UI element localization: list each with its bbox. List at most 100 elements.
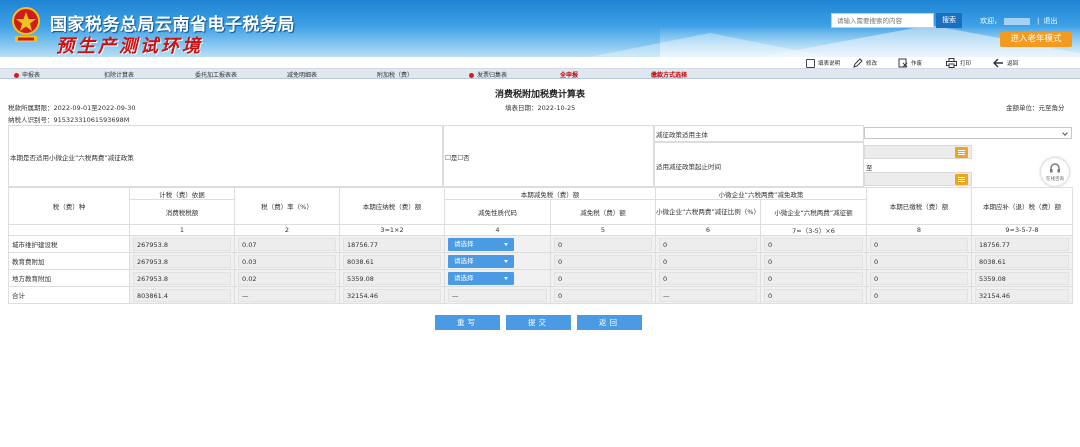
online-help-button[interactable]: 在线咨询 bbox=[1041, 158, 1069, 186]
tool-back[interactable]: 返回 bbox=[993, 58, 1018, 68]
tab-reduction-detail[interactable]: 减免明细表 bbox=[287, 70, 317, 79]
header-payable: 本期应纳税（费）额 bbox=[339, 187, 445, 225]
tax-base-field: 267953.8 bbox=[133, 254, 231, 268]
header-small-policy: 小微企业“六税两费”减免政策 bbox=[655, 187, 867, 200]
subject-select[interactable] bbox=[864, 127, 1072, 139]
small-amount-field: 0 bbox=[764, 271, 863, 285]
required-dot-icon bbox=[469, 73, 474, 78]
yes-checkbox[interactable]: ☐是 bbox=[445, 154, 457, 162]
site-header: 国家税务总局云南省电子税务局 预生产测试环境 搜索 欢迎，|退出 进入老年模式 bbox=[0, 0, 1080, 57]
form-tabs: 申报表 扣除计算表 委托加工报表表 减免明细表 附加税（费） 发票归集表 全申报… bbox=[0, 69, 1080, 79]
tab-payment-method[interactable]: 缴款方式选择 bbox=[651, 70, 687, 79]
chevron-down-icon bbox=[1062, 130, 1068, 136]
tool-instructions[interactable]: 填表说明 bbox=[806, 58, 840, 68]
total-paid: 0 bbox=[870, 288, 968, 302]
header-small-amount: 小微企业“六税两费”减征额 bbox=[760, 199, 867, 225]
policy-question: 本期是否适用小微企业“六税两费”减征政策 bbox=[10, 154, 134, 162]
tax-calculation-table: 税（费）种 计税（费）依据 税（费）率（%） 本期应纳税（费）额 本期减免税（费… bbox=[8, 187, 1073, 304]
required-dot-icon bbox=[14, 73, 19, 78]
total-small: 0 bbox=[764, 288, 863, 302]
table-total-row: 合计 803861.4 — 32154.46 — 0 — 0 0 32154.4… bbox=[8, 286, 1073, 304]
reduction-amount-field: 0 bbox=[554, 237, 652, 251]
column-number: 2 bbox=[234, 224, 340, 236]
logout-link[interactable]: 退出 bbox=[1043, 17, 1057, 25]
toolbar: 填表说明 修改 作废 打印 返回 bbox=[0, 57, 1080, 69]
search-button[interactable]: 搜索 bbox=[936, 13, 962, 28]
tax-emblem-icon bbox=[12, 7, 40, 42]
tool-void[interactable]: 作废 bbox=[898, 58, 922, 68]
welcome-text: 欢迎， bbox=[980, 17, 1001, 25]
refund-field: 18756.77 bbox=[975, 237, 1069, 251]
total-reduction: 0 bbox=[554, 288, 652, 302]
row-tax-name: 教育费附加 bbox=[8, 252, 130, 270]
amount-unit: 金额单位：元至角分 bbox=[1006, 104, 1065, 112]
reduction-code-select[interactable]: 请选择 bbox=[448, 271, 514, 285]
paid-field: 0 bbox=[870, 254, 968, 268]
headset-icon bbox=[1050, 163, 1060, 173]
tab-full-declare[interactable]: 全申报 bbox=[560, 70, 578, 79]
total-code: — bbox=[448, 288, 547, 302]
column-number: 6 bbox=[655, 224, 761, 236]
taxpayer-id: 纳税人识别号：91532331061593698M bbox=[8, 116, 130, 124]
tab-main-form[interactable]: 申报表 bbox=[14, 70, 40, 79]
tool-label: 返回 bbox=[1007, 61, 1019, 67]
table-row: 城市维护建设税 267953.8 0.07 18756.77 请选择 0 0 0… bbox=[8, 235, 1073, 253]
column-number: 4 bbox=[444, 224, 551, 236]
edit-icon bbox=[853, 58, 863, 68]
column-number: 7=（3-5）×6 bbox=[760, 224, 867, 236]
print-icon bbox=[946, 58, 957, 68]
reduction-amount-field: 0 bbox=[554, 254, 652, 268]
column-number-row: 1 2 3=1×2 4 5 6 7=（3-5）×6 8 9=3-5-7-8 bbox=[8, 224, 1073, 236]
page-title: 消费税附加税费计算表 bbox=[494, 90, 585, 100]
small-ratio-field: 0 bbox=[659, 254, 757, 268]
calendar-icon[interactable] bbox=[955, 147, 968, 158]
reset-button[interactable]: 重写 bbox=[435, 315, 500, 330]
submit-button[interactable]: 提交 bbox=[506, 315, 571, 330]
header-paid: 本期已缴税（费）额 bbox=[866, 187, 972, 225]
column-number: 5 bbox=[550, 224, 656, 236]
calendar-icon[interactable] bbox=[955, 174, 968, 185]
tab-invoice[interactable]: 发票归集表 bbox=[469, 70, 507, 79]
tax-base-field: 267953.8 bbox=[133, 237, 231, 251]
table-row: 地方教育附加 267953.8 0.02 5359.08 请选择 0 0 0 0… bbox=[8, 269, 1073, 287]
column-number bbox=[8, 224, 130, 236]
small-ratio-field: 0 bbox=[659, 237, 757, 251]
tool-label: 修改 bbox=[866, 61, 878, 67]
search-input[interactable] bbox=[831, 13, 934, 28]
policy-options: ☐是☐否 bbox=[445, 152, 470, 162]
elder-mode-button[interactable]: 进入老年模式 bbox=[1000, 32, 1072, 47]
no-checkbox[interactable]: ☐否 bbox=[457, 154, 469, 162]
small-ratio-field: 0 bbox=[659, 271, 757, 285]
user-name-redacted bbox=[1004, 17, 1030, 25]
total-label: 合计 bbox=[8, 286, 130, 304]
paid-field: 0 bbox=[870, 271, 968, 285]
tool-label: 打印 bbox=[960, 61, 972, 67]
help-label: 在线咨询 bbox=[1046, 177, 1064, 182]
total-payable: 32154.46 bbox=[343, 288, 441, 302]
header-basis: 计税（费）依据 bbox=[129, 187, 235, 200]
reduction-code-select[interactable]: 请选择 bbox=[448, 254, 514, 268]
header-refund: 本期应补（退）税（费）额 bbox=[971, 187, 1073, 225]
header-reduction: 本期减免税（费）额 bbox=[444, 187, 656, 200]
tab-deduction[interactable]: 扣除计算表 bbox=[104, 70, 134, 79]
document-icon bbox=[806, 58, 815, 68]
header-rate: 税（费）率（%） bbox=[234, 187, 340, 225]
tax-rate-field: 0.07 bbox=[238, 237, 336, 251]
tool-edit[interactable]: 修改 bbox=[853, 58, 877, 68]
refund-field: 8038.61 bbox=[975, 254, 1069, 268]
tool-label: 作废 bbox=[911, 61, 923, 67]
reduction-amount-field: 0 bbox=[554, 271, 652, 285]
reduction-code-select[interactable]: 请选择 bbox=[448, 237, 514, 251]
tab-processing[interactable]: 委托加工报表表 bbox=[195, 70, 237, 79]
table-row: 教育费附加 267953.8 0.03 8038.61 请选择 0 0 0 0 … bbox=[8, 252, 1073, 270]
tool-print[interactable]: 打印 bbox=[946, 58, 971, 68]
header-consumption-tax: 消费税税额 bbox=[129, 199, 235, 225]
back-icon bbox=[993, 58, 1003, 68]
header-small-ratio: 小微企业“六税两费”减征比例（%） bbox=[655, 199, 761, 225]
void-icon bbox=[898, 58, 908, 68]
tax-period: 税款所属期限：2022-09-01至2022-09-30 bbox=[8, 104, 136, 112]
back-button[interactable]: 返回 bbox=[577, 315, 642, 330]
payable-field: 5359.08 bbox=[343, 271, 441, 285]
tab-surcharge[interactable]: 附加税（费） bbox=[377, 70, 413, 79]
policy-answer-cell bbox=[443, 125, 654, 187]
